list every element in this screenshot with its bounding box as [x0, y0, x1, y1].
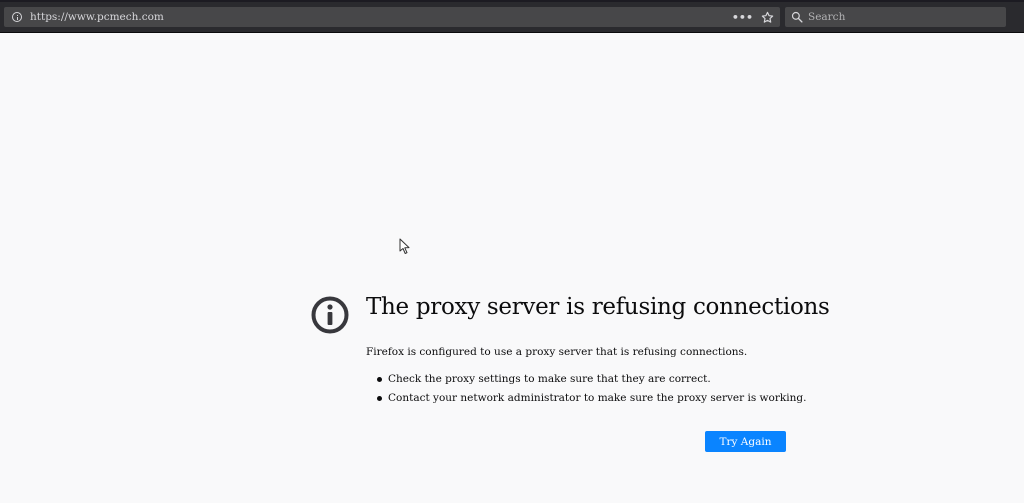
- list-item: Check the proxy settings to make sure th…: [366, 371, 806, 390]
- error-page: [0, 33, 1024, 503]
- search-bar[interactable]: [785, 7, 1006, 27]
- star-icon[interactable]: [761, 11, 774, 24]
- url-text[interactable]: https://www.pcmech.com: [30, 11, 164, 23]
- browser-toolbar: https://www.pcmech.com •••: [0, 0, 1024, 33]
- url-bar-actions: •••: [732, 11, 774, 24]
- error-tips-list: Check the proxy settings to make sure th…: [366, 371, 806, 409]
- try-again-button[interactable]: Try Again: [705, 431, 786, 452]
- url-bar[interactable]: https://www.pcmech.com •••: [4, 7, 780, 27]
- error-description: Firefox is configured to use a proxy ser…: [366, 346, 748, 358]
- error-title: The proxy server is refusing connections: [366, 294, 830, 320]
- tab-strip-edge: [0, 0, 1024, 2]
- list-item: Contact your network administrator to ma…: [366, 390, 806, 409]
- search-input[interactable]: [808, 11, 988, 23]
- site-info-icon[interactable]: [12, 12, 22, 22]
- page-actions-icon[interactable]: •••: [732, 12, 753, 23]
- search-icon: [791, 11, 803, 23]
- mouse-cursor-icon: [399, 238, 410, 254]
- info-icon: [311, 296, 349, 334]
